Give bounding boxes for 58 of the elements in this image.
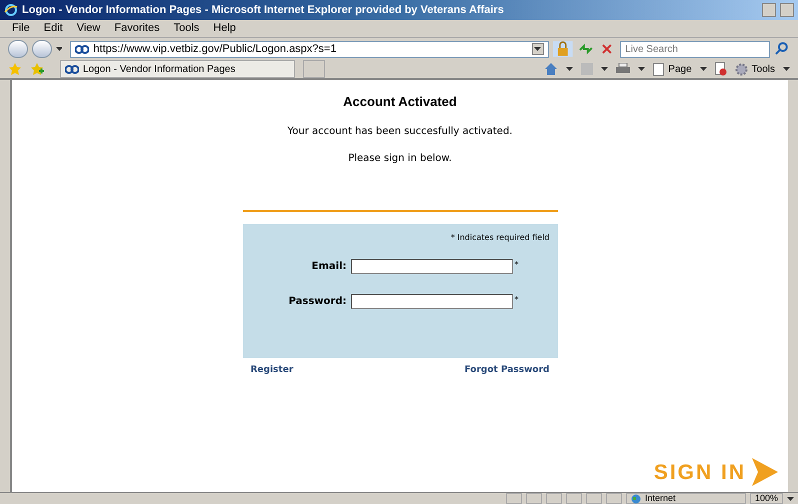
menu-item[interactable]: Favorites [114, 20, 160, 37]
status-message: Your account has been succesfully activated. [288, 124, 512, 138]
search-icon[interactable] [774, 41, 790, 57]
dropdown-caret-icon[interactable] [638, 67, 646, 71]
dropdown-caret-icon[interactable] [787, 496, 794, 500]
gear-icon [734, 62, 748, 76]
dropdown-caret-icon[interactable] [700, 67, 707, 71]
field-label: Email: [310, 260, 348, 274]
sign-in-label: SIGN IN [654, 460, 746, 486]
status-pane [546, 493, 562, 504]
address-field[interactable]: https://www.vip.vetbiz.gov/Public/Logon.aspx?s=1 [70, 40, 549, 58]
dropdown-caret-icon[interactable] [534, 47, 542, 51]
globe-icon [630, 494, 641, 504]
required-note: * Indicates required field [450, 232, 550, 244]
star-icon[interactable] [8, 62, 22, 76]
browser-tab[interactable]: Logon - Vendor Information Pages [60, 60, 295, 78]
text-link[interactable]: Register [250, 364, 294, 377]
menu-item[interactable]: File [12, 20, 30, 37]
status-pane [566, 493, 582, 504]
add-favorite-icon[interactable] [30, 62, 44, 76]
instruction-text: Please sign in below. [348, 152, 452, 166]
zoom-button[interactable]: 100% [750, 493, 783, 504]
text-link[interactable]: Forgot Password [464, 364, 550, 377]
dropdown-caret-icon[interactable] [783, 67, 790, 71]
dropdown-caret-icon[interactable] [566, 67, 574, 71]
menu-item[interactable]: Tools [174, 20, 200, 37]
refresh-icon[interactable] [576, 41, 594, 57]
required-mark: * [514, 258, 518, 270]
menu-item[interactable]: View [76, 20, 100, 37]
minimize-button[interactable] [762, 3, 776, 17]
chevron-icon [750, 457, 780, 488]
required-mark: * [514, 294, 518, 306]
status-pane [606, 493, 622, 504]
field-label: Password: [288, 294, 348, 308]
dropdown-caret-icon[interactable] [601, 67, 608, 71]
status-pane [586, 493, 602, 504]
menu-item[interactable]: Edit [44, 20, 63, 37]
security-zone: Internet [644, 494, 676, 503]
page-heading: Account Activated [343, 93, 457, 111]
window-title: Logon - Vendor Information Pages - Microsoft Internet Explorer provided by Veterans Affairs [22, 2, 505, 18]
status-pane [526, 493, 542, 504]
home-icon[interactable] [544, 62, 558, 76]
lock-icon[interactable] [552, 41, 573, 57]
menu-item[interactable]: Help [213, 20, 236, 37]
restore-button[interactable] [780, 3, 794, 17]
input-field[interactable] [350, 258, 512, 274]
site-logo-icon [75, 44, 90, 54]
page-icon [653, 62, 664, 76]
dropdown-caret-icon[interactable] [56, 47, 62, 51]
site-logo-icon [65, 64, 79, 74]
tools-menu-button[interactable]: Tools [734, 62, 775, 76]
printer-icon[interactable] [616, 63, 630, 75]
status-pane [506, 493, 522, 504]
page-menu-button[interactable]: Page [653, 62, 692, 76]
browser-logo-icon [4, 3, 18, 17]
input-field[interactable] [350, 294, 512, 308]
search-field[interactable]: Live Search [620, 40, 770, 58]
back-button[interactable] [8, 40, 28, 58]
